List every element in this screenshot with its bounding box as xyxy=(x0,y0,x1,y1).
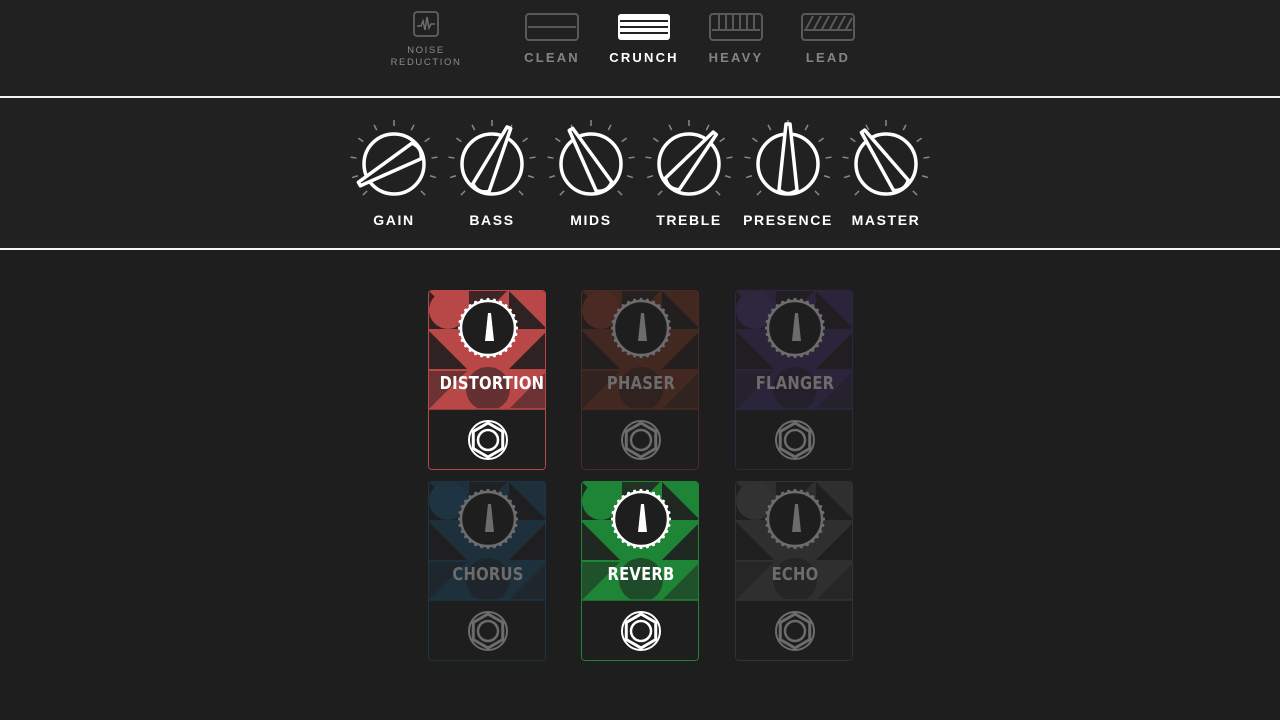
noise-label-line1: NOISE xyxy=(407,45,445,56)
knob-label: BASS xyxy=(469,212,515,228)
pedal-name-label: FLANGER xyxy=(755,373,835,394)
clean-mode-icon xyxy=(525,13,579,41)
mode-label-heavy: HEAVY xyxy=(708,50,764,65)
pedal-name-label: ECHO xyxy=(771,564,819,585)
knob-dial-icon xyxy=(350,120,438,196)
waveform-icon xyxy=(413,11,439,37)
divider-bottom xyxy=(0,248,1280,250)
pedal-name-label: CHORUS xyxy=(452,564,524,585)
knob-label: MIDS xyxy=(570,212,612,228)
knob-label: MASTER xyxy=(851,212,921,228)
noise-reduction-toggle[interactable]: NOISE REDUCTION xyxy=(386,10,466,69)
noise-reduction-label: NOISE REDUCTION xyxy=(386,45,466,69)
mode-lead[interactable]: LEAD xyxy=(788,12,868,65)
mode-heavy[interactable]: HEAVY xyxy=(696,12,776,65)
pedal-flanger[interactable]: FLANGER xyxy=(735,290,853,470)
knob-gain[interactable]: GAIN xyxy=(346,112,442,228)
knob-dial-icon xyxy=(448,120,536,196)
knob-label: GAIN xyxy=(373,212,415,228)
heavy-mode-icon xyxy=(709,13,763,41)
knob-treble[interactable]: TREBLE xyxy=(641,112,737,228)
knob-dial-icon xyxy=(842,120,930,196)
pedal-distortion[interactable]: DISTORTION xyxy=(428,290,546,470)
pedal-name-label: REVERB xyxy=(607,564,675,585)
knob-presence[interactable]: PRESENCE xyxy=(740,112,836,228)
mode-label-lead: LEAD xyxy=(805,50,851,65)
mode-label-crunch: CRUNCH xyxy=(609,50,679,65)
divider-top xyxy=(0,96,1280,98)
knob-label: PRESENCE xyxy=(743,212,833,228)
noise-label-line2: REDUCTION xyxy=(390,57,462,68)
knob-dial-icon xyxy=(744,120,832,196)
pedal-name-label: DISTORTION xyxy=(439,373,545,394)
mode-clean[interactable]: CLEAN xyxy=(512,12,592,65)
knob-label: TREBLE xyxy=(656,212,722,228)
knob-dial-icon xyxy=(547,120,635,196)
knob-dial-icon xyxy=(645,120,733,196)
mode-label-clean: CLEAN xyxy=(524,50,580,65)
lead-mode-icon xyxy=(801,13,855,41)
pedal-echo[interactable]: ECHO xyxy=(735,481,853,661)
pedal-phaser[interactable]: PHASER xyxy=(581,290,699,470)
knob-mids[interactable]: MIDS xyxy=(543,112,639,228)
pedal-name-label: PHASER xyxy=(606,373,676,394)
pedal-reverb[interactable]: REVERB xyxy=(581,481,699,661)
knob-bass[interactable]: BASS xyxy=(444,112,540,228)
knob-master[interactable]: MASTER xyxy=(838,112,934,228)
mode-crunch[interactable]: CRUNCH xyxy=(604,12,684,65)
amp-knob-panel xyxy=(0,99,1280,248)
crunch-mode-icon xyxy=(618,14,670,40)
pedal-chorus[interactable]: CHORUS xyxy=(428,481,546,661)
